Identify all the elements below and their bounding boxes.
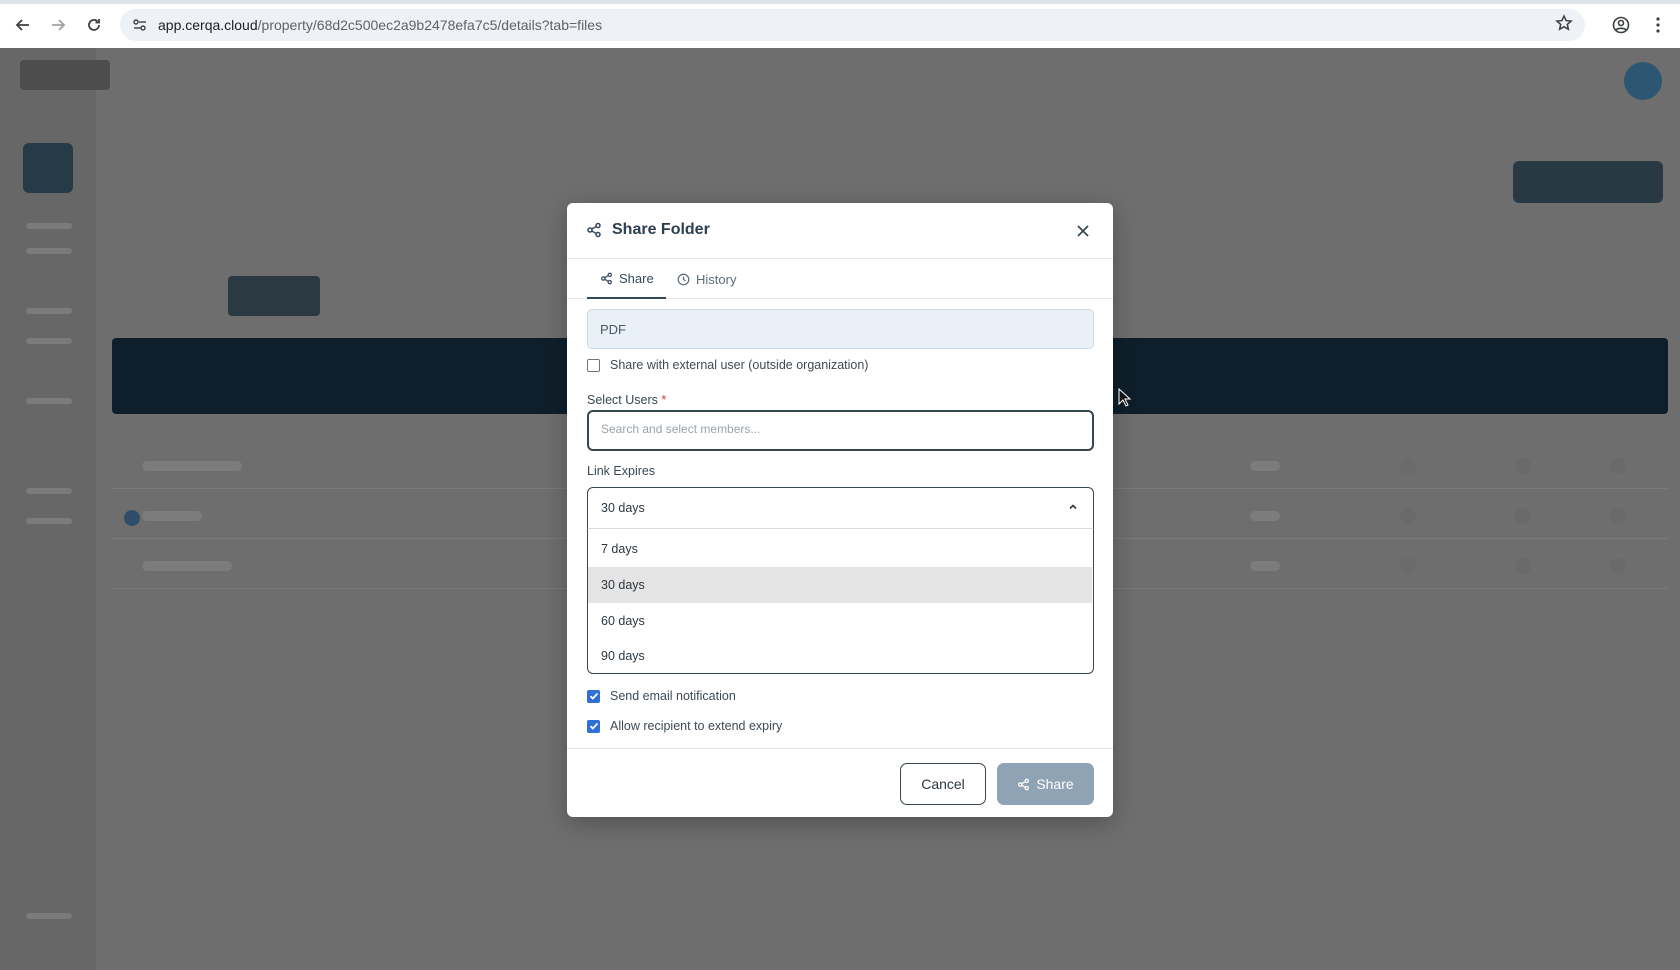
send-email-checkbox[interactable] bbox=[587, 689, 600, 703]
link-expires-select[interactable]: 30 days bbox=[587, 487, 1094, 528]
checkmark-icon bbox=[589, 722, 598, 730]
url-text: app.cerqa.cloud/property/68d2c500ec2a9b2… bbox=[158, 17, 602, 33]
allow-extend-checkbox-row[interactable]: Allow recipient to extend expiry bbox=[587, 719, 782, 733]
select-users-label-row: Select Users * bbox=[587, 393, 666, 407]
dialog-title: Share Folder bbox=[612, 221, 710, 238]
folder-name: PDF bbox=[600, 322, 626, 337]
send-email-checkbox-row[interactable]: Send email notification bbox=[587, 689, 736, 703]
allow-extend-checkbox[interactable] bbox=[587, 719, 600, 733]
dialog-tabs: Share History bbox=[567, 259, 1113, 299]
share-button-label: Share bbox=[1036, 776, 1074, 792]
option-7-days[interactable]: 7 days bbox=[588, 531, 1092, 567]
forward-arrow-icon[interactable] bbox=[45, 12, 71, 38]
option-60-days[interactable]: 60 days bbox=[588, 603, 1092, 639]
option-label: 60 days bbox=[601, 614, 645, 628]
url-path: /property/68d2c500ec2a9b2478efa7c5/detai… bbox=[257, 17, 603, 33]
dialog-header: Share Folder bbox=[567, 203, 1113, 259]
option-30-days[interactable]: 30 days bbox=[588, 567, 1092, 603]
url-host: app.cerqa.cloud bbox=[158, 17, 258, 33]
folder-name-field: PDF bbox=[587, 309, 1094, 349]
app-sidebar bbox=[0, 48, 110, 970]
background-action-button bbox=[1513, 161, 1663, 203]
cancel-button[interactable]: Cancel bbox=[900, 763, 986, 805]
reload-icon[interactable] bbox=[81, 12, 107, 38]
close-icon bbox=[1077, 225, 1089, 237]
select-users-input[interactable] bbox=[601, 422, 1071, 436]
link-expires-value: 30 days bbox=[601, 501, 645, 515]
option-label: 7 days bbox=[601, 542, 638, 556]
checkmark-icon bbox=[589, 692, 598, 700]
site-settings-icon[interactable] bbox=[130, 15, 150, 35]
select-users-label: Select Users bbox=[587, 393, 658, 407]
select-users-field[interactable] bbox=[587, 410, 1094, 451]
external-user-label: Share with external user (outside organi… bbox=[610, 358, 869, 372]
app-logo bbox=[20, 60, 110, 90]
profile-icon[interactable] bbox=[1608, 12, 1634, 38]
option-label: 90 days bbox=[601, 649, 645, 663]
option-90-days[interactable]: 90 days bbox=[588, 638, 1092, 673]
link-expires-dropdown: 7 days 30 days 60 days 90 days bbox=[587, 528, 1094, 674]
external-user-checkbox[interactable] bbox=[587, 358, 600, 372]
required-mark: * bbox=[661, 393, 667, 407]
more-vert-icon[interactable] bbox=[1645, 12, 1671, 38]
share-icon bbox=[586, 222, 604, 240]
option-label: 30 days bbox=[601, 578, 645, 592]
share-button[interactable]: Share bbox=[997, 763, 1094, 805]
tab-share-label: Share bbox=[619, 270, 654, 286]
link-expires-label: Link Expires bbox=[587, 464, 656, 478]
back-arrow-icon[interactable] bbox=[10, 12, 36, 38]
clock-icon bbox=[677, 273, 690, 285]
share-icon bbox=[1018, 778, 1030, 790]
dialog-footer-divider bbox=[567, 748, 1113, 749]
chevron-up-icon bbox=[1069, 504, 1077, 510]
background-active-tab bbox=[228, 276, 320, 316]
tab-history[interactable]: History bbox=[677, 259, 736, 299]
allow-extend-label: Allow recipient to extend expiry bbox=[610, 719, 783, 733]
bookmark-star-icon[interactable] bbox=[1555, 14, 1573, 37]
mouse-cursor-icon bbox=[1118, 388, 1132, 407]
tab-share[interactable]: Share bbox=[587, 259, 666, 299]
address-bar[interactable]: app.cerqa.cloud/property/68d2c500ec2a9b2… bbox=[120, 9, 1585, 41]
share-icon bbox=[601, 272, 612, 284]
tab-history-label: History bbox=[696, 271, 737, 287]
sidebar-active-item bbox=[23, 143, 73, 193]
browser-toolbar: app.cerqa.cloud/property/68d2c500ec2a9b2… bbox=[0, 0, 1680, 48]
close-button[interactable] bbox=[1072, 220, 1094, 242]
share-folder-dialog: Share Folder Share History PDF Share wit… bbox=[567, 203, 1113, 817]
send-email-label: Send email notification bbox=[610, 689, 736, 703]
external-user-checkbox-row[interactable]: Share with external user (outside organi… bbox=[587, 358, 868, 372]
avatar bbox=[1624, 62, 1662, 100]
